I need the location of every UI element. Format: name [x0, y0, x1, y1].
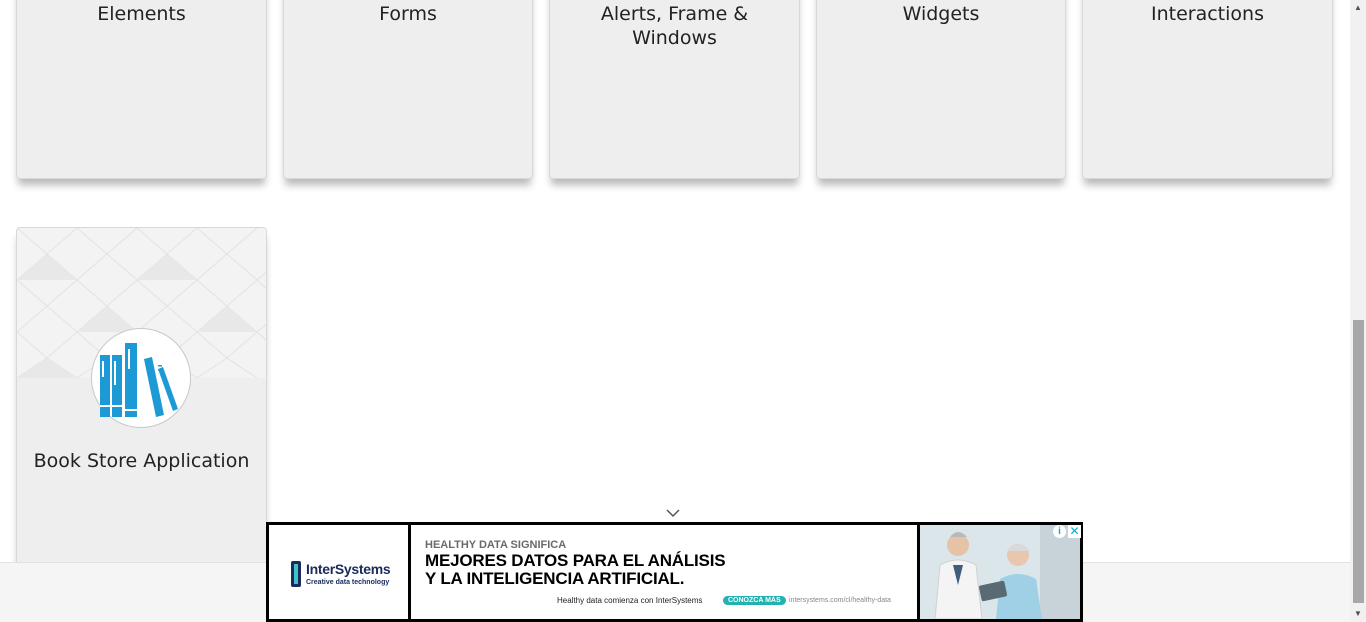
- ad-subtext: Healthy data comienza con InterSystems: [557, 596, 703, 605]
- ad-photo: [920, 525, 1080, 619]
- ad-cta-button[interactable]: CONOZCA MÁS: [723, 596, 786, 605]
- ad-url[interactable]: intersystems.com/cl/healthy-data: [789, 597, 891, 604]
- ad-logo: InterSystems Creative data technology: [269, 525, 408, 619]
- scroll-down-arrow-icon[interactable]: ▼: [1350, 606, 1366, 622]
- intersystems-logo-icon: [291, 561, 301, 587]
- ad-copy: HEALTHY DATA SIGNIFICA MEJORES DATOS PAR…: [411, 525, 917, 619]
- card-title-widgets: Widgets: [902, 3, 980, 25]
- card-interactions[interactable]: Interactions: [1082, 0, 1333, 179]
- card-title-book-store: Book Store Application: [33, 450, 250, 472]
- card-title-elements: Elements: [97, 3, 186, 25]
- card-book-store-application[interactable]: Book Store Application: [16, 227, 267, 587]
- scroll-thumb[interactable]: [1353, 320, 1364, 603]
- ad-banner[interactable]: InterSystems Creative data technology HE…: [266, 522, 1083, 622]
- card-widgets[interactable]: Widgets: [816, 0, 1066, 179]
- card-elements[interactable]: Elements: [16, 0, 267, 179]
- ad-headline-line1: MEJORES DATOS PARA EL ANÁLISIS: [425, 551, 726, 570]
- books-icon: [91, 328, 191, 428]
- ad-brand: InterSystems: [306, 561, 391, 577]
- ad-kicker: HEALTHY DATA SIGNIFICA: [425, 539, 567, 551]
- card-title-alerts: Alerts, Frame & Windows: [600, 3, 749, 49]
- scroll-up-arrow-icon[interactable]: ▲: [1350, 0, 1366, 16]
- ad-collapse-chevron-icon[interactable]: [664, 506, 682, 520]
- vertical-scrollbar[interactable]: ▲ ▼: [1350, 0, 1366, 622]
- ad-brand-tagline: Creative data technology: [306, 579, 390, 586]
- ad-headline: MEJORES DATOS PARA EL ANÁLISIS Y LA INTE…: [425, 551, 726, 588]
- ad-headline-line2: Y LA INTELIGENCIA ARTIFICIAL.: [425, 569, 685, 588]
- card-alerts-frame-windows[interactable]: Alerts, Frame & Windows: [549, 0, 800, 179]
- card-forms[interactable]: Forms: [283, 0, 533, 179]
- info-icon[interactable]: i: [1053, 525, 1066, 538]
- card-title-forms: Forms: [379, 3, 437, 25]
- close-icon[interactable]: ✕: [1068, 525, 1081, 538]
- card-title-interactions: Interactions: [1151, 3, 1264, 25]
